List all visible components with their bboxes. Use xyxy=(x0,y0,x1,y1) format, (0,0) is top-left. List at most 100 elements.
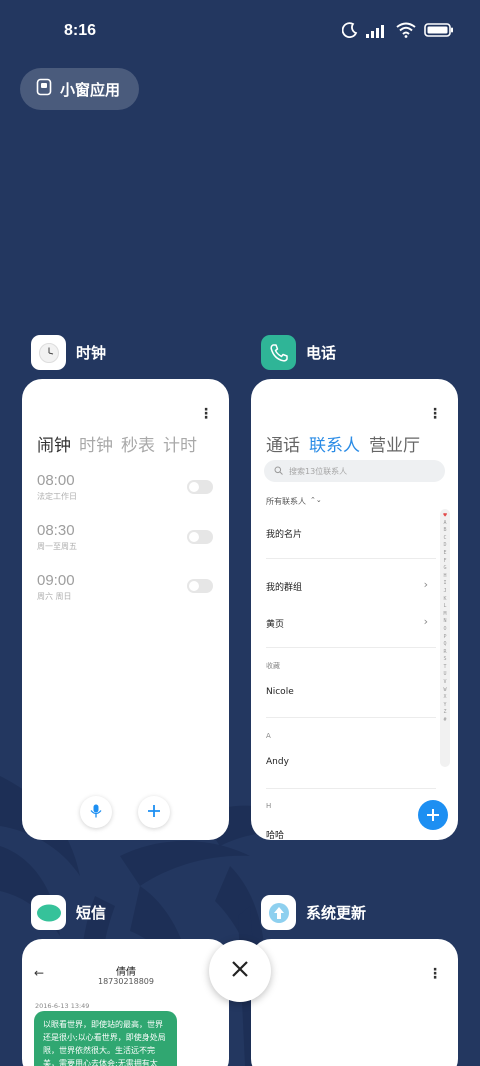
chevron-right-icon: › xyxy=(423,578,428,591)
index-letter[interactable]: F xyxy=(443,558,446,566)
more-menu-icon[interactable]: ⋮ xyxy=(199,407,213,421)
contact-row[interactable]: 哈哈 xyxy=(266,828,436,840)
close-icon xyxy=(231,960,249,982)
alarm-toggle[interactable] xyxy=(187,579,213,593)
status-icons xyxy=(341,22,454,42)
index-letter[interactable]: U xyxy=(443,671,446,679)
index-letter[interactable]: T xyxy=(443,664,446,672)
update-app-name: 系统更新 xyxy=(306,904,367,922)
index-letter[interactable]: Z xyxy=(443,709,446,717)
index-letter[interactable]: D xyxy=(443,542,446,550)
yellow-pages-row[interactable]: 黄页 xyxy=(266,617,436,630)
index-letter[interactable]: M xyxy=(443,611,446,619)
status-time: 8:16 xyxy=(64,22,97,39)
index-letter[interactable]: Y xyxy=(443,702,446,710)
small-window-label: 小窗应用 xyxy=(60,80,121,99)
alarm-time: 08:30 xyxy=(37,522,75,539)
contact-row[interactable]: Nicole xyxy=(266,687,436,697)
add-alarm-button[interactable] xyxy=(138,796,170,828)
plus-icon xyxy=(147,803,161,822)
section-header-h: H xyxy=(266,802,272,810)
search-placeholder: 搜索13位联系人 xyxy=(289,466,348,476)
tab-alarm[interactable]: 闹钟 xyxy=(37,431,71,456)
alarm-desc: 法定工作日 xyxy=(37,492,77,501)
index-letter[interactable]: L xyxy=(443,603,446,611)
contact-search-input[interactable]: 搜索13位联系人 xyxy=(264,460,445,482)
update-app-header[interactable]: 系统更新 xyxy=(261,895,366,930)
sms-app-icon xyxy=(31,895,66,930)
tab-timer[interactable]: 计时 xyxy=(163,431,197,456)
plus-icon xyxy=(426,803,440,827)
divider xyxy=(266,647,436,648)
my-groups-row[interactable]: 我的群组 xyxy=(266,580,436,593)
microphone-icon xyxy=(90,803,102,822)
all-contacts-filter[interactable]: 所有联系人 ⌃⌄ xyxy=(266,496,322,507)
index-letter[interactable]: Q xyxy=(443,641,446,649)
index-letter[interactable]: S xyxy=(443,656,446,664)
add-contact-button[interactable] xyxy=(418,800,448,830)
clock-app-card[interactable]: ⋮ 闹钟 时钟 秒表 计时 08:00 法定工作日 08:30 周一至周五 09… xyxy=(22,379,229,840)
favorites-heart-icon: ♥ xyxy=(443,512,447,519)
index-letter[interactable]: R xyxy=(443,649,446,657)
small-window-apps-button[interactable]: 小窗应用 xyxy=(20,68,139,110)
moon-icon xyxy=(341,22,358,42)
voice-alarm-button[interactable] xyxy=(80,796,112,828)
alarm-time: 08:00 xyxy=(37,472,75,489)
divider xyxy=(266,717,436,718)
index-letter[interactable]: J xyxy=(443,588,446,596)
message-bubble[interactable]: 以眼看世界，即使站的最高，世界还是很小;以心看世界，即使身处局限，世界依然很大。… xyxy=(34,1011,177,1066)
update-app-card[interactable]: ⋮ xyxy=(251,939,458,1066)
phone-app-header[interactable]: 电话 xyxy=(261,335,336,370)
index-letter[interactable]: V xyxy=(443,679,446,687)
tab-clock[interactable]: 时钟 xyxy=(79,431,113,456)
battery-icon xyxy=(424,22,454,42)
index-letter[interactable]: P xyxy=(443,634,446,642)
tab-calls[interactable]: 通话 xyxy=(266,431,300,456)
section-header-a: A xyxy=(266,732,271,740)
phone-app-card[interactable]: ⋮ 通话 联系人 营业厅 搜索13位联系人 所有联系人 ⌃⌄ 我的名片 我的群组… xyxy=(251,379,458,840)
index-letter[interactable]: B xyxy=(443,527,446,535)
alarm-desc: 周六 周日 xyxy=(37,592,72,601)
alphabet-index-bar[interactable]: ♥ A B C D E F G H I J K L M N O P Q R S … xyxy=(440,509,450,767)
clock-app-header[interactable]: 时钟 xyxy=(31,335,106,370)
index-letter[interactable]: C xyxy=(443,535,446,543)
contact-row[interactable]: Andy xyxy=(266,757,436,767)
my-card-row[interactable]: 我的名片 xyxy=(266,527,436,540)
phone-tabs: 通话 联系人 营业厅 xyxy=(266,431,420,456)
signal-icon xyxy=(366,23,388,42)
tab-service-hall[interactable]: 营业厅 xyxy=(369,431,420,456)
index-letter[interactable]: N xyxy=(443,618,446,626)
sort-arrows-icon: ⌃⌄ xyxy=(310,496,322,504)
index-letter[interactable]: I xyxy=(443,580,446,588)
close-all-button[interactable] xyxy=(209,940,271,1002)
system-update-app-icon xyxy=(261,895,296,930)
alarm-item[interactable]: 08:30 周一至周五 xyxy=(37,522,77,552)
alarm-item[interactable]: 08:00 法定工作日 xyxy=(37,472,77,502)
phone-app-name: 电话 xyxy=(306,344,337,362)
all-contacts-label: 所有联系人 xyxy=(266,497,306,506)
message-timestamp: 2016-6-13 13:49 xyxy=(35,1002,90,1010)
divider xyxy=(266,788,436,789)
index-letter[interactable]: E xyxy=(443,550,446,558)
small-window-icon xyxy=(36,78,52,100)
index-letter[interactable]: A xyxy=(443,520,446,528)
index-letter[interactable]: W xyxy=(443,687,446,695)
alarm-toggle[interactable] xyxy=(187,480,213,494)
index-letter[interactable]: G xyxy=(443,565,446,573)
more-menu-icon[interactable]: ⋮ xyxy=(428,407,442,421)
sms-app-card[interactable]: ← 倩倩 18730218809 2016-6-13 13:49 以眼看世界，即… xyxy=(22,939,229,1066)
sms-app-header[interactable]: 短信 xyxy=(31,895,106,930)
index-letter[interactable]: K xyxy=(443,596,446,604)
index-letter[interactable]: X xyxy=(443,694,446,702)
tab-contacts[interactable]: 联系人 xyxy=(309,431,360,456)
tab-stopwatch[interactable]: 秒表 xyxy=(121,431,155,456)
search-icon xyxy=(274,466,283,477)
alarm-item[interactable]: 09:00 周六 周日 xyxy=(37,572,75,602)
more-menu-icon[interactable]: ⋮ xyxy=(428,967,442,981)
status-bar: 8:16 xyxy=(0,0,480,62)
index-letter[interactable]: O xyxy=(443,626,446,634)
alarm-toggle[interactable] xyxy=(187,530,213,544)
divider xyxy=(266,558,436,559)
index-letter[interactable]: # xyxy=(443,717,446,725)
index-letter[interactable]: H xyxy=(443,573,446,581)
